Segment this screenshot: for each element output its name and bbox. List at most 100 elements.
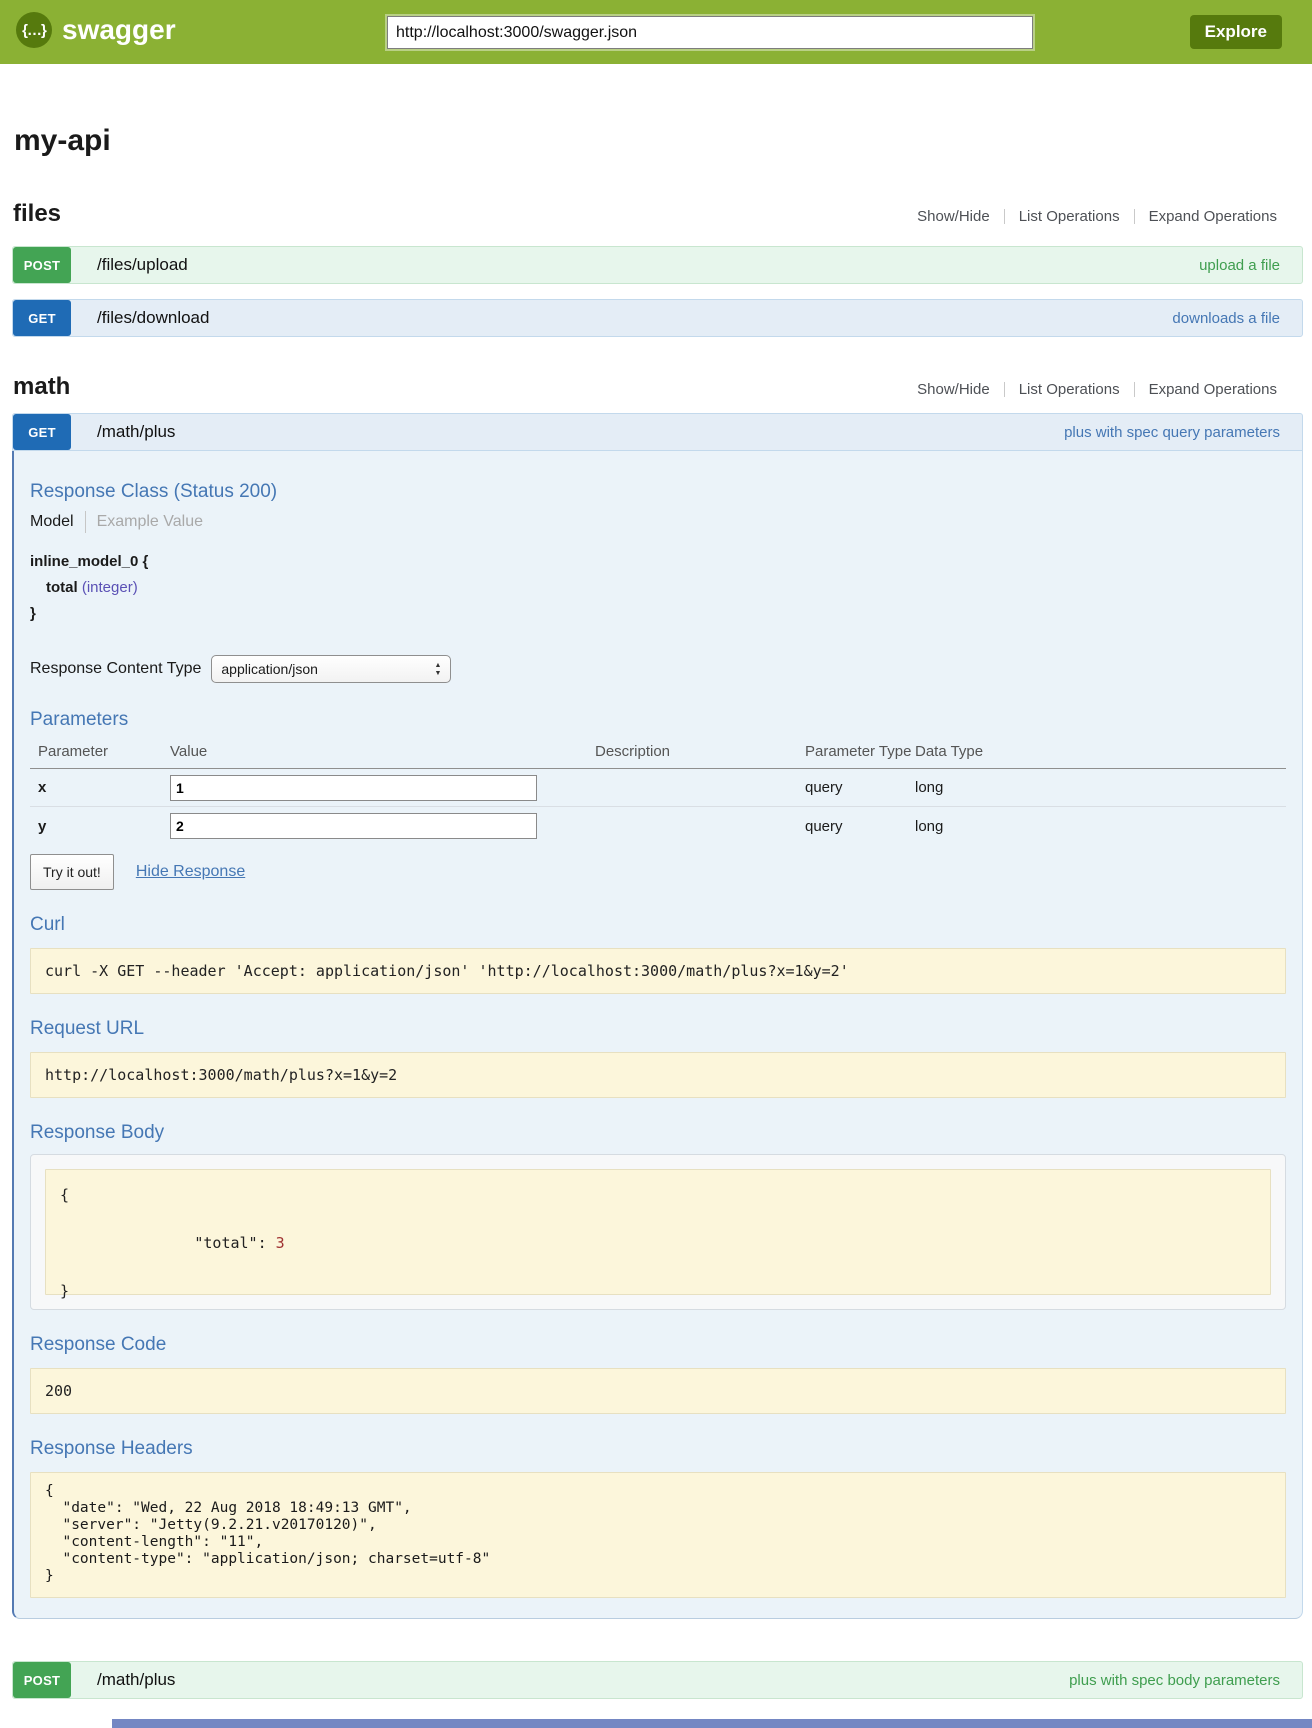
col-data-type: Data Type (915, 743, 1286, 760)
spacer (209, 300, 1172, 336)
separator (1134, 209, 1135, 224)
response-body-heading: Response Body (30, 1122, 1286, 1144)
response-content-type-select[interactable]: application/json ▲▼ (211, 655, 451, 683)
response-headers-json: { "date": "Wed, 22 Aug 2018 18:49:13 GMT… (45, 1481, 1271, 1587)
model-tabs: Model Example Value (30, 511, 1286, 533)
model-prop-type: (integer) (82, 579, 138, 596)
param-y-input[interactable] (170, 813, 537, 839)
section-title-files: files (13, 200, 61, 228)
op-path-link[interactable]: /files/download (97, 308, 209, 328)
method-badge-get: GET (13, 414, 71, 450)
method-badge-post: POST (13, 247, 71, 283)
response-body-block: { "total": 3 } (45, 1169, 1271, 1295)
param-type: query (805, 818, 915, 835)
try-it-out-button[interactable]: Try it out! (30, 854, 114, 890)
section-math-header: math Show/Hide List Operations Expand Op… (12, 373, 1303, 403)
brand-name: swagger (62, 14, 176, 46)
section-files: files Show/Hide List Operations Expand O… (12, 200, 1303, 337)
param-x-input[interactable] (170, 775, 537, 801)
op-summary-link[interactable]: upload a file (1199, 257, 1302, 274)
show-hide-link[interactable]: Show/Hide (917, 208, 990, 225)
select-arrows-icon: ▲▼ (434, 662, 441, 677)
response-content-type-row: Response Content Type application/json ▲… (30, 655, 1286, 683)
json-number: 3 (276, 1234, 285, 1252)
section-title-math: math (13, 373, 70, 401)
list-operations-link[interactable]: List Operations (1019, 208, 1120, 225)
bottom-bar (112, 1719, 1312, 1728)
explore-button[interactable]: Explore (1190, 15, 1282, 49)
show-hide-link[interactable]: Show/Hide (917, 381, 990, 398)
response-code-heading: Response Code (30, 1334, 1286, 1356)
tab-model[interactable]: Model (30, 513, 74, 531)
param-data-type: long (915, 818, 1286, 835)
response-headers-block: { "date": "Wed, 22 Aug 2018 18:49:13 GMT… (30, 1472, 1286, 1598)
parameters-heading: Parameters (30, 709, 1286, 731)
spacer (188, 247, 1199, 283)
separator (1134, 382, 1135, 397)
model-close: } (30, 601, 1286, 627)
op-row-get-math-plus[interactable]: GET /math/plus plus with spec query para… (12, 413, 1303, 451)
spec-url-input[interactable] (387, 16, 1033, 49)
col-parameter-type: Parameter Type (805, 743, 915, 760)
response-class-heading: Response Class (Status 200) (30, 481, 1286, 503)
spacer (175, 1662, 1069, 1698)
curl-heading: Curl (30, 914, 1286, 936)
param-data-type: long (915, 779, 1286, 796)
separator (1004, 209, 1005, 224)
response-body-container: { "total": 3 } (30, 1154, 1286, 1310)
json-line: "total": 3 (60, 1207, 1256, 1279)
op-summary-link[interactable]: plus with spec query parameters (1064, 424, 1302, 441)
op-path-link[interactable]: /math/plus (97, 422, 175, 442)
separator (1004, 382, 1005, 397)
request-url-heading: Request URL (30, 1018, 1286, 1040)
page-title: my-api (14, 124, 1303, 164)
curl-command-block: curl -X GET --header 'Accept: applicatio… (30, 948, 1286, 994)
try-row: Try it out! Hide Response (30, 854, 1286, 890)
col-parameter: Parameter (38, 743, 170, 760)
section-math: math Show/Hide List Operations Expand Op… (12, 373, 1303, 1699)
op-summary-link[interactable]: plus with spec body parameters (1069, 1672, 1302, 1689)
response-content-type-label: Response Content Type (30, 660, 201, 678)
section-controls: Show/Hide List Operations Expand Operati… (917, 381, 1277, 398)
param-name: y (38, 818, 170, 835)
json-line: } (60, 1279, 1256, 1303)
op-row-post-math-plus[interactable]: POST /math/plus plus with spec body para… (12, 1661, 1303, 1699)
json-line: { (60, 1183, 1256, 1207)
col-description: Description (595, 743, 805, 760)
response-headers-heading: Response Headers (30, 1438, 1286, 1460)
method-badge-post: POST (13, 1662, 71, 1698)
tab-example-value[interactable]: Example Value (97, 513, 203, 531)
op-row-post-files-upload[interactable]: POST /files/upload upload a file (12, 246, 1303, 284)
list-operations-link[interactable]: List Operations (1019, 381, 1120, 398)
op-row-get-files-download[interactable]: GET /files/download downloads a file (12, 299, 1303, 337)
swagger-brand[interactable]: {…} swagger (16, 12, 176, 48)
hide-response-link[interactable]: Hide Response (136, 863, 245, 881)
swagger-logo-icon: {…} (16, 12, 52, 48)
table-row: y query long (30, 807, 1286, 845)
select-value: application/json (221, 661, 434, 677)
response-code-block: 200 (30, 1368, 1286, 1414)
expand-operations-link[interactable]: Expand Operations (1149, 208, 1277, 225)
operation-detail-panel: Response Class (Status 200) Model Exampl… (12, 451, 1303, 1619)
json-key: "total": (194, 1234, 266, 1252)
method-badge-get: GET (13, 300, 71, 336)
table-row: x query long (30, 769, 1286, 807)
model-signature: inline_model_0 { total (integer) } (30, 549, 1286, 627)
parameters-table-header: Parameter Value Description Parameter Ty… (30, 737, 1286, 769)
section-files-header: files Show/Hide List Operations Expand O… (12, 200, 1303, 230)
model-prop-name: total (46, 579, 78, 596)
app-header: {…} swagger Explore (0, 0, 1312, 64)
expand-operations-link[interactable]: Expand Operations (1149, 381, 1277, 398)
parameters-table: Parameter Value Description Parameter Ty… (30, 737, 1286, 845)
op-path-link[interactable]: /math/plus (97, 1670, 175, 1690)
op-path-link[interactable]: /files/upload (97, 255, 188, 275)
request-url-block: http://localhost:3000/math/plus?x=1&y=2 (30, 1052, 1286, 1098)
spacer (175, 414, 1064, 450)
param-name: x (38, 779, 170, 796)
model-open: inline_model_0 { (30, 549, 1286, 575)
logo-glyph: {…} (22, 22, 46, 39)
op-summary-link[interactable]: downloads a file (1172, 310, 1302, 327)
col-value: Value (170, 743, 595, 760)
param-type: query (805, 779, 915, 796)
model-property: total (integer) (30, 575, 1286, 601)
